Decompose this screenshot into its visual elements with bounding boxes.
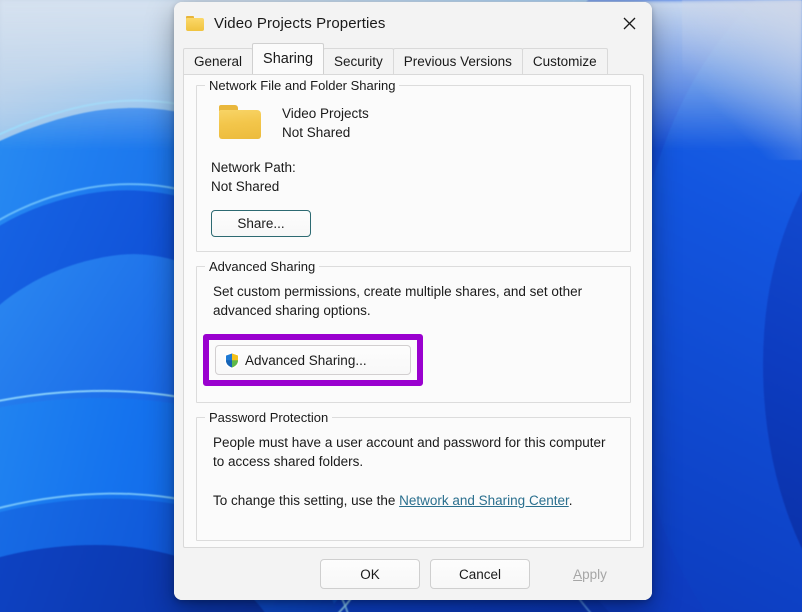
shared-folder-row: Video Projects Not Shared [219, 103, 616, 142]
tab-strip: General Sharing Security Previous Versio… [174, 43, 652, 74]
network-sharing-legend: Network File and Folder Sharing [205, 78, 400, 93]
tab-customize[interactable]: Customize [521, 48, 608, 74]
password-protection-paragraph-1: People must have a user account and pass… [213, 435, 606, 469]
advanced-sharing-group: Advanced Sharing Set custom permissions,… [196, 259, 631, 403]
uac-shield-icon [224, 351, 240, 369]
desktop: Video Projects Properties General Sharin… [0, 0, 802, 612]
network-path-label: Network Path: [211, 160, 296, 175]
wallpaper-corner-mist [682, 0, 802, 160]
window-title: Video Projects Properties [214, 14, 386, 32]
advanced-sharing-button-label: Advanced Sharing... [245, 352, 367, 368]
password-protection-paragraph-2-suffix: . [568, 493, 573, 508]
shared-folder-info: Video Projects Not Shared [282, 103, 369, 142]
folder-icon [219, 105, 261, 139]
title-bar: Video Projects Properties [174, 2, 652, 44]
properties-dialog: Video Projects Properties General Sharin… [174, 2, 652, 600]
folder-icon [186, 15, 204, 31]
password-protection-group: Password Protection People must have a u… [196, 410, 631, 541]
network-path-value: Not Shared [211, 179, 280, 194]
password-protection-paragraph-2: To change this setting, use the Network … [213, 491, 613, 510]
dialog-footer: OK Cancel Apply [174, 548, 652, 600]
tab-previous-versions[interactable]: Previous Versions [392, 48, 523, 74]
shared-folder-status: Not Shared [282, 125, 351, 140]
ok-button[interactable]: OK [320, 559, 420, 589]
apply-accelerator: A [573, 566, 583, 582]
password-protection-legend: Password Protection [205, 410, 333, 425]
sharing-tab-panel: Network File and Folder Sharing Video Pr… [183, 74, 644, 548]
network-file-and-folder-sharing-group: Network File and Folder Sharing Video Pr… [196, 78, 631, 252]
network-and-sharing-center-link[interactable]: Network and Sharing Center [399, 493, 569, 508]
cancel-button[interactable]: Cancel [430, 559, 530, 589]
tab-sharing[interactable]: Sharing [252, 43, 325, 74]
close-button[interactable] [606, 2, 652, 44]
apply-label-rest: pply [582, 566, 607, 582]
share-button[interactable]: Share... [211, 210, 311, 237]
apply-button: Apply [540, 559, 640, 589]
tab-general[interactable]: General [183, 48, 254, 74]
advanced-sharing-legend: Advanced Sharing [205, 259, 320, 274]
advanced-sharing-button[interactable]: Advanced Sharing... [215, 345, 411, 375]
advanced-sharing-description: Set custom permissions, create multiple … [213, 284, 583, 318]
close-icon [623, 17, 635, 29]
shared-folder-name: Video Projects [282, 106, 369, 121]
tab-security[interactable]: Security [323, 48, 394, 74]
advanced-sharing-highlight-annotation: Advanced Sharing... [203, 334, 423, 386]
password-protection-paragraph-2-prefix: To change this setting, use the [213, 493, 400, 508]
